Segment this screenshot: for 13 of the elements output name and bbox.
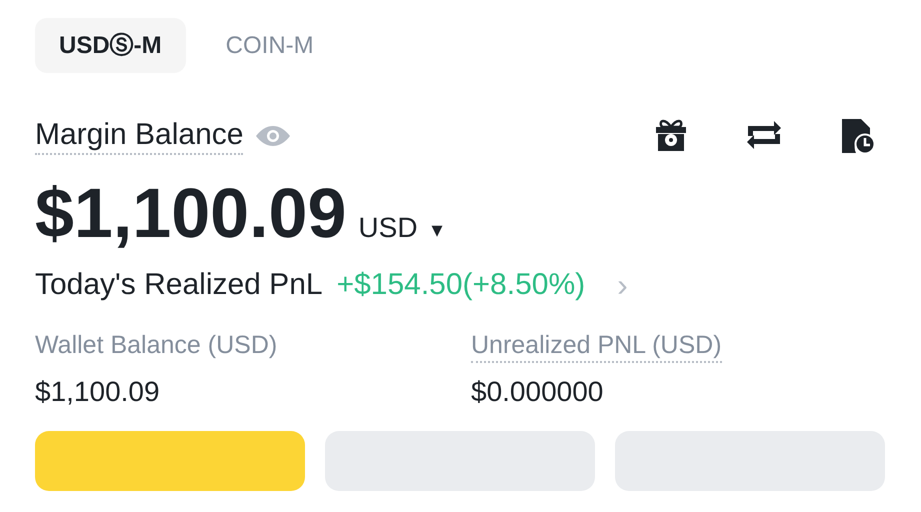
gift-icon[interactable] — [654, 118, 688, 152]
pnl-value: +$154.50(+8.50%) — [336, 267, 586, 303]
stat-label: Wallet Balance (USD) — [35, 330, 278, 361]
pnl-label: Today's Realized PnL — [35, 267, 323, 303]
action-button[interactable] — [35, 431, 305, 491]
eye-icon[interactable] — [255, 124, 292, 148]
document-clock-icon[interactable] — [840, 118, 876, 154]
margin-balance-label[interactable]: Margin Balance — [35, 117, 244, 155]
tab[interactable]: USDⓈ-M — [35, 18, 186, 73]
currency-selector[interactable]: USD ▾ — [358, 212, 443, 244]
balance-amount: $1,100.09 — [35, 173, 346, 254]
stat-value: $0.000000 — [471, 375, 604, 409]
stat-value: $1,100.09 — [35, 375, 160, 409]
